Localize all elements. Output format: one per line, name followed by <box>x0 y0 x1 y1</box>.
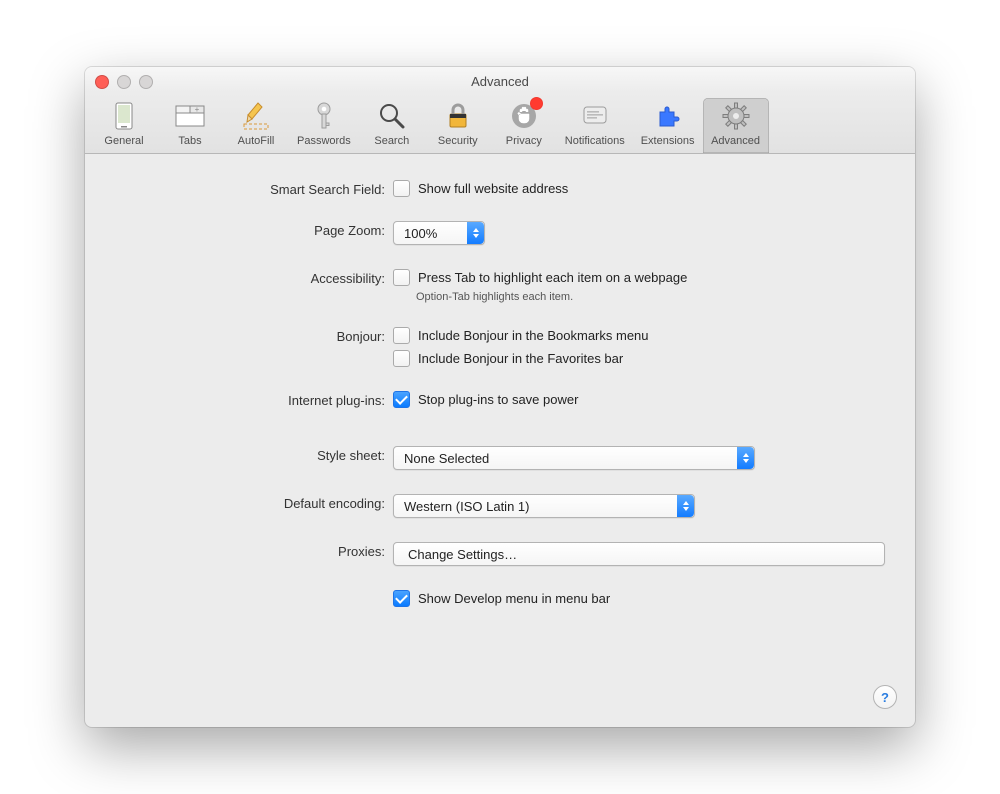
default-encoding-value: Western (ISO Latin 1) <box>394 499 537 514</box>
window-title: Advanced <box>85 74 915 89</box>
style-sheet-popup[interactable]: None Selected <box>393 446 755 470</box>
minimize-traffic-light[interactable] <box>117 75 131 89</box>
tab-label: Tabs <box>178 135 201 147</box>
content-pane: Smart Search Field: Show full website ad… <box>85 154 915 637</box>
change-settings-button[interactable]: Change Settings… <box>393 542 885 566</box>
tab-advanced[interactable]: Advanced <box>703 98 769 153</box>
close-traffic-light[interactable] <box>95 75 109 89</box>
help-icon: ? <box>881 690 889 705</box>
checkbox-label: Show full website address <box>418 181 568 196</box>
gear-icon <box>720 100 752 132</box>
key-icon <box>308 100 340 132</box>
label-bonjour: Bonjour: <box>115 327 393 344</box>
hand-icon <box>508 100 540 132</box>
tab-label: AutoFill <box>238 135 275 147</box>
tab-notifications[interactable]: Notifications <box>557 98 633 153</box>
checkbox-press-tab[interactable] <box>393 269 410 286</box>
popup-arrows-icon <box>677 495 694 517</box>
tab-label: Extensions <box>641 135 695 147</box>
label-plugins: Internet plug-ins: <box>115 391 393 408</box>
tab-label: General <box>104 135 143 147</box>
preferences-toolbar: General + Tabs AutoFill Pas <box>85 92 915 154</box>
preferences-window: Advanced General + Tabs <box>85 67 915 727</box>
pencil-icon <box>240 100 272 132</box>
label-style-sheet: Style sheet: <box>115 446 393 463</box>
style-sheet-value: None Selected <box>394 451 497 466</box>
label-smart-search: Smart Search Field: <box>115 180 393 197</box>
tab-label: Security <box>438 135 478 147</box>
tab-search[interactable]: Search <box>359 98 425 153</box>
general-icon <box>108 100 140 132</box>
tab-autofill[interactable]: AutoFill <box>223 98 289 153</box>
checkbox-label: Show Develop menu in menu bar <box>418 591 610 606</box>
checkbox-show-develop-menu[interactable] <box>393 590 410 607</box>
notifications-icon <box>579 100 611 132</box>
svg-text:+: + <box>195 105 200 114</box>
privacy-badge-icon <box>530 97 543 110</box>
tab-label: Passwords <box>297 135 351 147</box>
tabs-icon: + <box>174 100 206 132</box>
page-zoom-value: 100% <box>394 226 445 241</box>
tab-passwords[interactable]: Passwords <box>289 98 359 153</box>
label-default-encoding: Default encoding: <box>115 494 393 511</box>
popup-arrows-icon <box>737 447 754 469</box>
checkbox-label: Press Tab to highlight each item on a we… <box>418 270 687 285</box>
search-icon <box>376 100 408 132</box>
tab-label: Notifications <box>565 135 625 147</box>
button-label: Change Settings… <box>408 547 517 562</box>
tab-general[interactable]: General <box>91 98 157 153</box>
checkbox-bonjour-favorites[interactable] <box>393 350 410 367</box>
tab-privacy[interactable]: Privacy <box>491 98 557 153</box>
checkbox-label: Include Bonjour in the Bookmarks menu <box>418 328 649 343</box>
label-proxies: Proxies: <box>115 542 393 559</box>
help-button[interactable]: ? <box>873 685 897 709</box>
tab-security[interactable]: Security <box>425 98 491 153</box>
checkbox-label: Stop plug-ins to save power <box>418 392 578 407</box>
checkbox-stop-plugins[interactable] <box>393 391 410 408</box>
titlebar: Advanced <box>85 67 915 92</box>
checkbox-label: Include Bonjour in the Favorites bar <box>418 351 623 366</box>
checkbox-show-full-url[interactable] <box>393 180 410 197</box>
label-page-zoom: Page Zoom: <box>115 221 393 238</box>
tab-label: Privacy <box>506 135 542 147</box>
extensions-icon <box>652 100 684 132</box>
checkbox-bonjour-bookmarks[interactable] <box>393 327 410 344</box>
popup-arrows-icon <box>467 222 484 244</box>
page-zoom-popup[interactable]: 100% <box>393 221 485 245</box>
tab-label: Advanced <box>711 135 760 147</box>
zoom-traffic-light[interactable] <box>139 75 153 89</box>
tab-label: Search <box>374 135 409 147</box>
accessibility-note: Option-Tab highlights each item. <box>416 291 885 303</box>
label-accessibility: Accessibility: <box>115 269 393 286</box>
tab-extensions[interactable]: Extensions <box>633 98 703 153</box>
lock-icon <box>442 100 474 132</box>
default-encoding-popup[interactable]: Western (ISO Latin 1) <box>393 494 695 518</box>
tab-tabs[interactable]: + Tabs <box>157 98 223 153</box>
